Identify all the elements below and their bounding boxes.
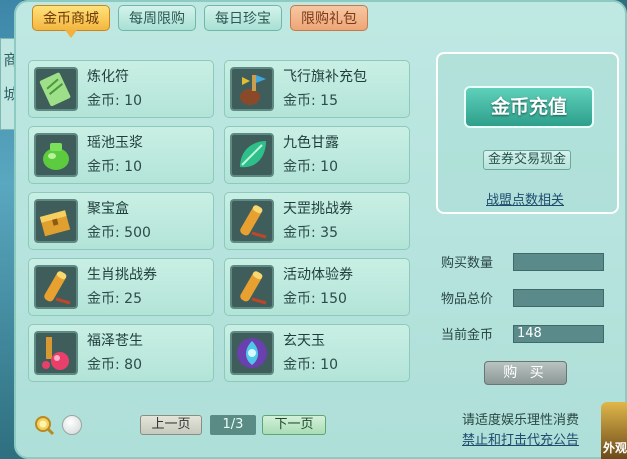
- buy-button[interactable]: 购 买: [484, 361, 567, 385]
- treasure-box-icon: [34, 199, 78, 243]
- item-name: 炼化符: [87, 69, 129, 85]
- item-name: 玄天玉: [283, 333, 325, 349]
- shop-item[interactable]: 聚宝盒 金币: 500: [28, 192, 214, 250]
- item-name: 瑶池玉浆: [87, 135, 143, 151]
- total-price-label: 物品总价: [441, 292, 494, 307]
- jade-jar-icon: [34, 133, 78, 177]
- item-name: 聚宝盒: [87, 201, 129, 217]
- item-price: 金币: 10: [283, 159, 338, 175]
- item-price: 金币: 35: [283, 225, 338, 241]
- alliance-points-link[interactable]: 战盟点数相关: [486, 189, 564, 208]
- buy-quantity-label: 购买数量: [441, 256, 494, 271]
- scroll-icon: [34, 265, 78, 309]
- page-indicator: 1/3: [210, 415, 256, 435]
- current-gold-label: 当前金币: [441, 328, 494, 343]
- item-price: 金币: 15: [283, 93, 338, 109]
- buy-quantity-input[interactable]: [513, 253, 604, 271]
- item-name: 飞行旗补充包: [283, 69, 367, 85]
- shop-item[interactable]: 九色甘露 金币: 10: [224, 126, 410, 184]
- toggle-circle-button[interactable]: [62, 415, 82, 435]
- gold-recharge-button[interactable]: 金币充值: [464, 86, 594, 128]
- tab-daily-treasure[interactable]: 每日珍宝: [204, 5, 282, 31]
- moderate-spending-notice: 请适度娱乐理性消费: [462, 413, 580, 428]
- item-price: 金币: 150: [283, 291, 347, 307]
- total-price-field: [513, 289, 604, 307]
- gem-icon: [230, 331, 274, 375]
- shop-item[interactable]: 飞行旗补充包 金币: 15: [224, 60, 410, 118]
- shop-item[interactable]: 天罡挑战券 金币: 35: [224, 192, 410, 250]
- item-price: 金币: 10: [87, 93, 142, 109]
- item-price: 金币: 10: [283, 357, 338, 373]
- next-page-button[interactable]: 下一页: [262, 415, 326, 435]
- item-name: 九色甘露: [283, 135, 339, 151]
- item-price: 金币: 500: [87, 225, 151, 241]
- coupon-exchange-button[interactable]: 金券交易现金: [483, 150, 571, 170]
- outlook-button[interactable]: 外观: [601, 402, 627, 459]
- item-name: 活动体验券: [283, 267, 353, 283]
- talisman-icon: [34, 67, 78, 111]
- potion-icon: [34, 331, 78, 375]
- shop-item[interactable]: 玄天玉 金币: 10: [224, 324, 410, 382]
- item-name: 天罡挑战券: [283, 201, 353, 217]
- current-gold-field: 148: [513, 325, 604, 343]
- scroll-icon: [230, 199, 274, 243]
- tab-limited-gift[interactable]: 限购礼包: [290, 5, 368, 31]
- shop-item[interactable]: 福泽苍生 金币: 80: [28, 324, 214, 382]
- shop-item[interactable]: 活动体验券 金币: 150: [224, 258, 410, 316]
- item-name: 生肖挑战券: [87, 267, 157, 283]
- shop-item[interactable]: 瑶池玉浆 金币: 10: [28, 126, 214, 184]
- item-price: 金币: 25: [87, 291, 142, 307]
- item-name: 福泽苍生: [87, 333, 143, 349]
- prev-page-button[interactable]: 上一页: [140, 415, 202, 435]
- outlook-label: 外观: [603, 441, 627, 455]
- item-price: 金币: 80: [87, 357, 142, 373]
- shop-item[interactable]: 炼化符 金币: 10: [28, 60, 214, 118]
- anti-proxy-recharge-link[interactable]: 禁止和打击代充公告: [462, 429, 579, 448]
- scroll-icon: [230, 265, 274, 309]
- flag-pouch-icon: [230, 67, 274, 111]
- tab-bar: 金币商城 每周限购 每日珍宝 限购礼包: [32, 5, 368, 38]
- item-price: 金币: 10: [87, 159, 142, 175]
- tab-weekly-limited[interactable]: 每周限购: [118, 5, 196, 31]
- dew-leaf-icon: [230, 133, 274, 177]
- shop-item[interactable]: 生肖挑战券 金币: 25: [28, 258, 214, 316]
- tab-gold-shop[interactable]: 金币商城: [32, 5, 110, 38]
- search-icon[interactable]: [33, 414, 55, 436]
